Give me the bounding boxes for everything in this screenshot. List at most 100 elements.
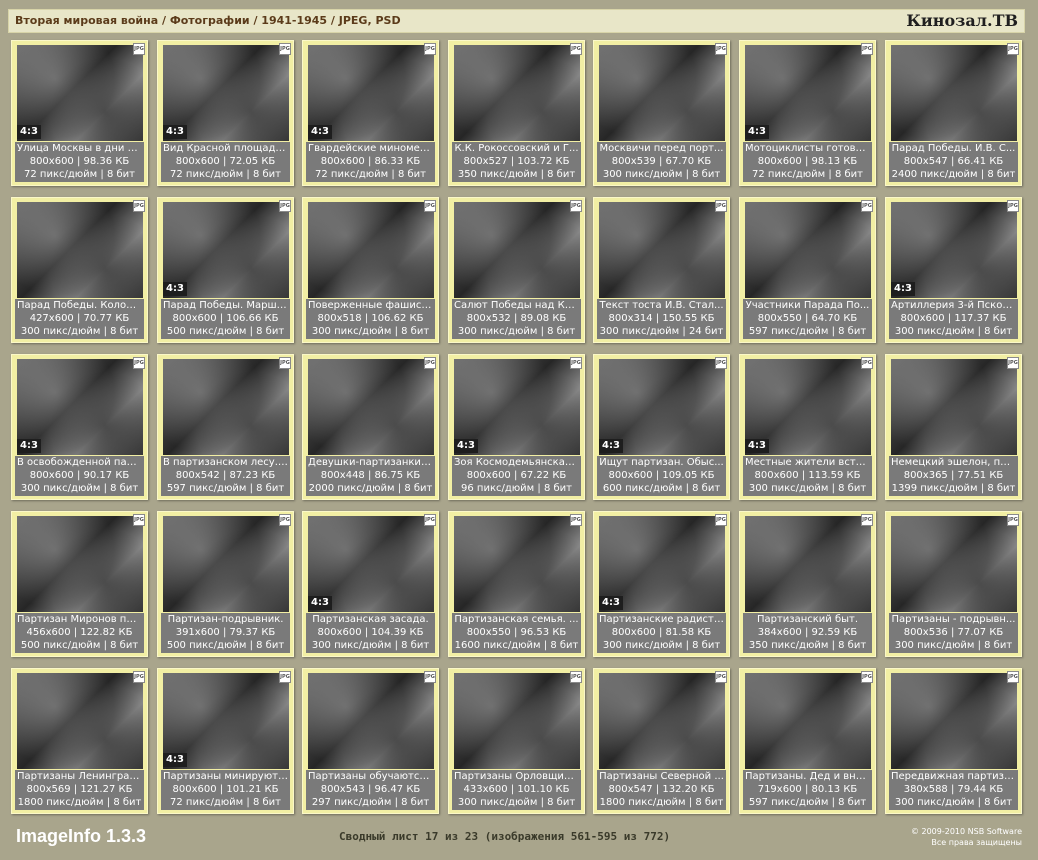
aspect-ratio-badge: 4:3 [17, 125, 41, 139]
thumbnail-card[interactable]: JPG Передвижная партиза... 380x588 | 79.44… [885, 668, 1022, 814]
thumbnail-dimensions: 800x527 | 103.72 КБ [463, 156, 570, 167]
thumbnail-resolution: 300 пикс/дюйм | 8 бит [894, 797, 1013, 808]
thumbnail-resolution: 300 пикс/дюйм | 8 бит [602, 169, 721, 180]
thumbnail-card[interactable]: JPG 4:3 Артиллерия 3-й Псков... 800x600 | 1… [885, 197, 1022, 343]
jpg-file-icon: JPG [424, 671, 436, 683]
thumbnail-resolution: 297 пикс/дюйм | 8 бит [311, 797, 430, 808]
thumbnail-title: Москвичи перед порт... [599, 143, 724, 154]
thumbnail-card[interactable]: JPG Партизан Миронов по ... 456x600 | 122.… [11, 511, 148, 657]
thumbnail-image[interactable] [308, 673, 434, 769]
thumbnail-card[interactable]: JPG 4:3 В освобожденной пар... 800x600 | 90… [11, 354, 148, 500]
thumbnail-card[interactable]: JPG Партизанская семья. ... 800x550 | 96.5… [448, 511, 585, 657]
thumbnail-card[interactable]: JPG Партизаны Северной ... 800x547 | 132.2… [593, 668, 730, 814]
thumbnail-image[interactable] [163, 359, 289, 455]
thumbnail-image[interactable] [891, 359, 1017, 455]
thumbnail-dimensions: 719x600 | 80.13 КБ [757, 784, 858, 795]
thumbnail-card[interactable]: JPG Партизаны Ленинград... 800x569 | 121.2… [11, 668, 148, 814]
thumbnail-card[interactable]: JPG 4:3 Партизанские радисты. 800x600 | 81.… [593, 511, 730, 657]
thumbnail-card[interactable]: JPG 4:3 Партизанская засада. 800x600 | 104.… [302, 511, 439, 657]
thumbnail-card[interactable]: JPG Текст тоста И.В. Стал... 800x314 | 150… [593, 197, 730, 343]
thumbnail-image[interactable] [599, 202, 725, 298]
thumbnail-card[interactable]: JPG 4:3 Гвардейские миномет... 800x600 | 86… [302, 40, 439, 186]
thumbnail-image[interactable] [454, 516, 580, 612]
thumbnail-image[interactable] [891, 516, 1017, 612]
thumbnail-image[interactable] [17, 673, 143, 769]
thumbnail-info: Партизанская засада. 800x600 | 104.39 КБ 3… [306, 613, 435, 653]
thumbnail-info: Партизаны минируют ... 800x600 | 101.21 К… [161, 770, 290, 810]
thumbnail-dimensions: 800x550 | 96.53 КБ [466, 627, 567, 638]
thumbnail-card[interactable]: JPG 4:3 Ищут партизан. Обыс... 800x600 | 10… [593, 354, 730, 500]
thumbnail-card[interactable]: JPG Партизаны Орловщины. 433x600 | 101.10 … [448, 668, 585, 814]
thumbnail-dimensions: 456x600 | 122.82 КБ [26, 627, 133, 638]
thumbnail-info: Салют Победы над Кр... 800x532 | 89.08 КБ… [452, 299, 581, 339]
thumbnail-card[interactable]: JPG 4:3 Парад Победы. Марш ... 800x600 | 10… [157, 197, 294, 343]
thumbnail-resolution: 1399 пикс/дюйм | 8 бит [891, 483, 1016, 494]
copyright-line-2: Все права защищены [931, 838, 1022, 847]
thumbnail-card[interactable]: JPG 4:3 Мотоциклисты готовя... 800x600 | 98… [739, 40, 876, 186]
thumbnail-image[interactable] [17, 516, 143, 612]
thumbnail-resolution: 597 пикс/дюйм | 8 бит [748, 326, 867, 337]
jpg-file-icon: JPG [570, 671, 582, 683]
thumbnail-info: Текст тоста И.В. Стал... 800x314 | 150.55… [597, 299, 726, 339]
thumbnail-card[interactable]: JPG Партизанский быт. 384x600 | 92.59 КБ 35… [739, 511, 876, 657]
thumbnail-card[interactable]: JPG Партизаны. Дед и внук. 719x600 | 80.13… [739, 668, 876, 814]
copyright-line-1: © 2009-2010 NSB Software [910, 827, 1022, 836]
thumbnail-card[interactable]: JPG 4:3 Партизаны минируют ... 800x600 | 10… [157, 668, 294, 814]
sheet-summary: Сводный лист 17 из 23 (изображения 561-5… [339, 830, 671, 843]
thumbnail-card[interactable]: JPG Девушки-партизанки ... 800x448 | 86.75… [302, 354, 439, 500]
thumbnail-card[interactable]: JPG Москвичи перед порт... 800x539 | 67.70… [593, 40, 730, 186]
thumbnail-dimensions: 800x543 | 96.47 КБ [320, 784, 421, 795]
thumbnail-card[interactable]: JPG Парад Победы. Колон... 427x600 | 70.77… [11, 197, 148, 343]
thumbnail-card[interactable]: JPG Поверженные фашист... 800x518 | 106.62… [302, 197, 439, 343]
thumbnail-card[interactable]: JPG 4:3 Зоя Космодемьянская ... 800x600 | 6… [448, 354, 585, 500]
thumbnail-title: Передвижная партиза... [891, 771, 1018, 782]
aspect-ratio-badge: 4:3 [454, 439, 478, 453]
jpg-file-icon: JPG [861, 357, 873, 369]
thumbnail-image[interactable] [454, 45, 580, 141]
thumbnail-card[interactable]: JPG Участники Парада По... 800x550 | 64.70… [739, 197, 876, 343]
aspect-ratio-badge: 4:3 [745, 125, 769, 139]
thumbnail-image[interactable] [599, 673, 725, 769]
thumbnail-title: Немецкий эшелон, под... [891, 457, 1018, 468]
jpg-file-icon: JPG [715, 357, 727, 369]
thumbnail-dimensions: 800x600 | 81.58 КБ [611, 627, 712, 638]
thumbnail-card[interactable]: JPG В партизанском лесу. ... 800x542 | 87.… [157, 354, 294, 500]
thumbnail-dimensions: 800x600 | 101.21 КБ [172, 784, 279, 795]
thumbnail-image[interactable] [599, 45, 725, 141]
thumbnail-card[interactable]: JPG Немецкий эшелон, под... 800x365 | 77.5… [885, 354, 1022, 500]
header-bar: Вторая мировая война / Фотографии / 1941… [8, 9, 1025, 33]
thumbnail-card[interactable]: JPG 4:3 Вид Красной площади... 800x600 | 72… [157, 40, 294, 186]
thumbnail-card[interactable]: JPG 4:3 Улица Москвы в дни о... 800x600 | 9… [11, 40, 148, 186]
thumbnail-info: Ищут партизан. Обыс... 800x600 | 109.05 К… [597, 456, 726, 496]
thumbnail-image[interactable] [308, 359, 434, 455]
thumbnail-image[interactable] [17, 202, 143, 298]
thumbnail-image[interactable] [745, 516, 871, 612]
thumbnail-image[interactable] [891, 673, 1017, 769]
thumbnail-card[interactable]: JPG К.К. Рокоссовский и Г... 800x527 | 103… [448, 40, 585, 186]
thumbnail-card[interactable]: JPG Парад Победы. И.В. С... 800x547 | 66.4… [885, 40, 1022, 186]
thumbnail-image[interactable] [454, 202, 580, 298]
thumbnail-dimensions: 800x536 | 77.07 КБ [903, 627, 1004, 638]
thumbnail-dimensions: 800x600 | 90.17 КБ [29, 470, 130, 481]
thumbnail-resolution: 597 пикс/дюйм | 8 бит [166, 483, 285, 494]
thumbnail-resolution: 2000 пикс/дюйм | 8 бит [308, 483, 433, 494]
copyright: © 2009-2010 NSB Software Все права защищ… [911, 826, 1022, 848]
thumbnail-card[interactable]: JPG 4:3 Местные жители встр... 800x600 | 11… [739, 354, 876, 500]
thumbnail-card[interactable]: JPG Партизаны - подрывн... 800x536 | 77.07… [885, 511, 1022, 657]
thumbnail-title: Артиллерия 3-й Псков... [891, 300, 1018, 311]
thumbnail-image[interactable] [308, 202, 434, 298]
thumbnail-info: Вид Красной площади... 800x600 | 72.05 КБ… [161, 142, 290, 182]
thumbnail-card[interactable]: JPG Партизаны обучаются... 800x543 | 96.47… [302, 668, 439, 814]
thumbnail-card[interactable]: JPG Салют Победы над Кр... 800x532 | 89.08… [448, 197, 585, 343]
thumbnail-title: Местные жители встр... [745, 457, 872, 468]
thumbnail-resolution: 300 пикс/дюйм | 8 бит [20, 326, 139, 337]
thumbnail-card[interactable]: JPG Партизан-подрывник. 391x600 | 79.37 КБ… [157, 511, 294, 657]
thumbnail-image[interactable] [745, 673, 871, 769]
thumbnail-image[interactable] [163, 516, 289, 612]
thumbnail-dimensions: 800x600 | 104.39 КБ [317, 627, 424, 638]
thumbnail-image[interactable] [891, 45, 1017, 141]
thumbnail-image[interactable] [454, 673, 580, 769]
thumbnail-info: Поверженные фашист... 800x518 | 106.62 КБ… [306, 299, 435, 339]
thumbnail-image[interactable] [745, 202, 871, 298]
thumbnail-title: Мотоциклисты готовя... [745, 143, 872, 154]
